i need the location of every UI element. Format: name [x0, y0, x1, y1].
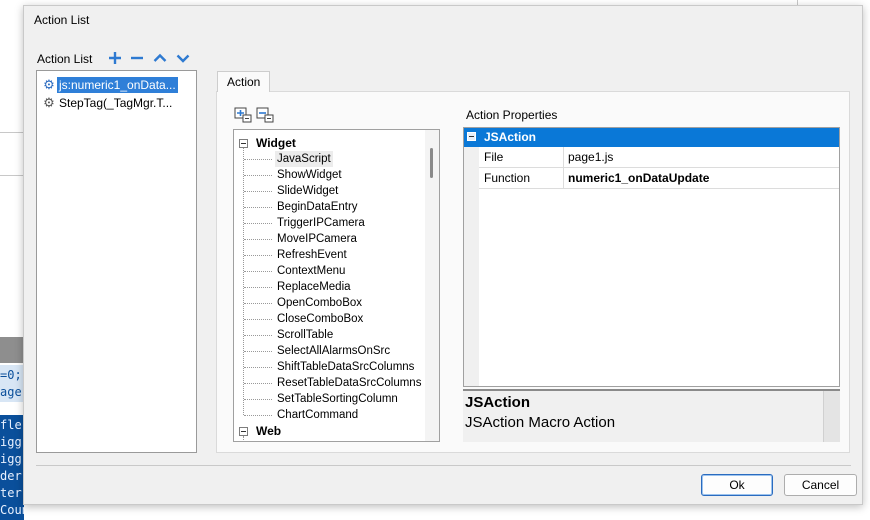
- tree-connector: [244, 239, 272, 240]
- tree-scrollbar[interactable]: [425, 130, 439, 441]
- cancel-button[interactable]: Cancel: [784, 474, 857, 496]
- tree-item[interactable]: ResetTableDataSrcColumns: [277, 375, 421, 391]
- action-list-item[interactable]: ⚙ js:numeric1_onData...: [41, 77, 178, 93]
- tree-connector: [244, 191, 272, 192]
- tree-expander-icon[interactable]: [239, 427, 248, 436]
- action-list-item-label: StepTag(_TagMgr.T...: [59, 96, 173, 110]
- action-list-label: Action List: [37, 52, 93, 66]
- tree-item[interactable]: ShowWidget: [277, 167, 342, 183]
- tab-action[interactable]: Action: [217, 71, 271, 92]
- property-key: File: [484, 150, 504, 164]
- property-group-header[interactable]: JSAction: [464, 128, 839, 147]
- scrollbar-thumb[interactable]: [430, 148, 433, 178]
- bg-divider: [0, 132, 24, 133]
- action-list-item-label: js:numeric1_onData...: [57, 77, 178, 93]
- plus-icon: [109, 52, 121, 64]
- add-action-button[interactable]: [106, 49, 124, 67]
- tree-item[interactable]: ScrollTable: [277, 327, 333, 343]
- dialog-title: Action List: [34, 13, 90, 27]
- tree-connector: [243, 148, 244, 415]
- property-value[interactable]: numeric1_onDataUpdate: [568, 171, 709, 185]
- tree-connector: [244, 367, 272, 368]
- minus-icon: [131, 56, 143, 60]
- tree-item[interactable]: JavaScript: [275, 151, 333, 167]
- remove-action-button[interactable]: [128, 49, 146, 67]
- tree-item[interactable]: SetTableSortingColumn: [277, 391, 398, 407]
- tree-item[interactable]: OpenComboBox: [277, 295, 362, 311]
- expand-all-button[interactable]: [234, 107, 252, 123]
- tree-connector: [244, 255, 272, 256]
- property-divider: [563, 147, 564, 167]
- tree-connector: [244, 351, 272, 352]
- tree-connector: [244, 303, 272, 304]
- tree-item[interactable]: ContextMenu: [277, 263, 345, 279]
- tree-category[interactable]: Widget: [256, 135, 296, 151]
- gear-icon: ⚙: [43, 77, 55, 92]
- tree-expander-icon[interactable]: [239, 139, 248, 148]
- collapse-icon[interactable]: [467, 132, 476, 141]
- tree-item[interactable]: SelectAllAlarmsOnSrc: [277, 343, 390, 359]
- tree-connector: [244, 159, 272, 160]
- move-down-button[interactable]: [174, 49, 192, 67]
- tree-connector: [244, 175, 272, 176]
- collapse-all-button[interactable]: [256, 107, 274, 123]
- bg-divider: [0, 175, 24, 176]
- bg-editor-header: [0, 337, 24, 363]
- action-properties-label: Action Properties: [466, 108, 558, 122]
- action-tree[interactable]: Widget JavaScript ShowWidget SlideWidget Beg…: [233, 129, 440, 442]
- tree-item[interactable]: RefreshEvent: [277, 247, 347, 263]
- tree-item[interactable]: SlideWidget: [277, 183, 338, 199]
- description-scrollbar[interactable]: [823, 391, 840, 442]
- tree-category[interactable]: Web: [256, 423, 281, 439]
- property-key: Function: [484, 171, 531, 185]
- gear-icon: ⚙: [43, 95, 55, 110]
- tree-connector: [244, 271, 272, 272]
- action-list-item[interactable]: ⚙ StepTag(_TagMgr.T...: [41, 95, 174, 111]
- description-title: JSAction: [465, 394, 531, 411]
- collapse-tree-icon: [256, 107, 274, 123]
- tree-connector: [244, 223, 272, 224]
- tree-connector: [244, 415, 272, 416]
- tree-connector: [244, 399, 272, 400]
- property-value[interactable]: page1.js: [568, 150, 613, 164]
- tree-item[interactable]: ReplaceMedia: [277, 279, 351, 295]
- property-grid: JSAction File page1.js Function numeric1…: [463, 127, 840, 387]
- chevron-up-icon: [153, 53, 167, 62]
- property-group-name: JSAction: [484, 130, 537, 144]
- tree-item[interactable]: BeginDataEntry: [277, 199, 358, 215]
- tree-item[interactable]: CloseComboBox: [277, 311, 363, 327]
- move-up-button[interactable]: [151, 49, 169, 67]
- expand-tree-icon: [234, 107, 252, 123]
- tree-connector: [244, 207, 272, 208]
- property-gutter: [464, 147, 479, 386]
- chevron-down-icon: [176, 54, 190, 63]
- property-divider: [563, 168, 564, 188]
- ok-button[interactable]: Ok: [701, 474, 773, 496]
- action-list-dialog: Action List Action List ⚙ js:numeric1_on…: [23, 5, 863, 505]
- property-row-function[interactable]: Function numeric1_onDataUpdate: [479, 168, 839, 189]
- dialog-separator: [36, 465, 851, 466]
- description-text: JSAction Macro Action: [465, 414, 616, 431]
- tree-item[interactable]: ChartCommand: [277, 407, 358, 423]
- tree-item[interactable]: MoveIPCamera: [277, 231, 357, 247]
- action-list[interactable]: ⚙ js:numeric1_onData... ⚙ StepTag(_TagMg…: [36, 70, 197, 453]
- tree-connector: [244, 287, 272, 288]
- bg-code-line: age: [0, 382, 24, 402]
- tree-item[interactable]: TriggerIPCamera: [277, 215, 365, 231]
- tree-connector: [244, 383, 272, 384]
- bg-code-line: Count = 0;: [0, 500, 24, 520]
- tree-connector: [244, 319, 272, 320]
- tree-connector: [243, 436, 244, 441]
- property-row-file[interactable]: File page1.js: [479, 147, 839, 168]
- description-panel: JSAction JSAction Macro Action: [463, 389, 840, 442]
- tree-connector: [244, 335, 272, 336]
- tree-item[interactable]: ShiftTableDataSrcColumns: [277, 359, 414, 375]
